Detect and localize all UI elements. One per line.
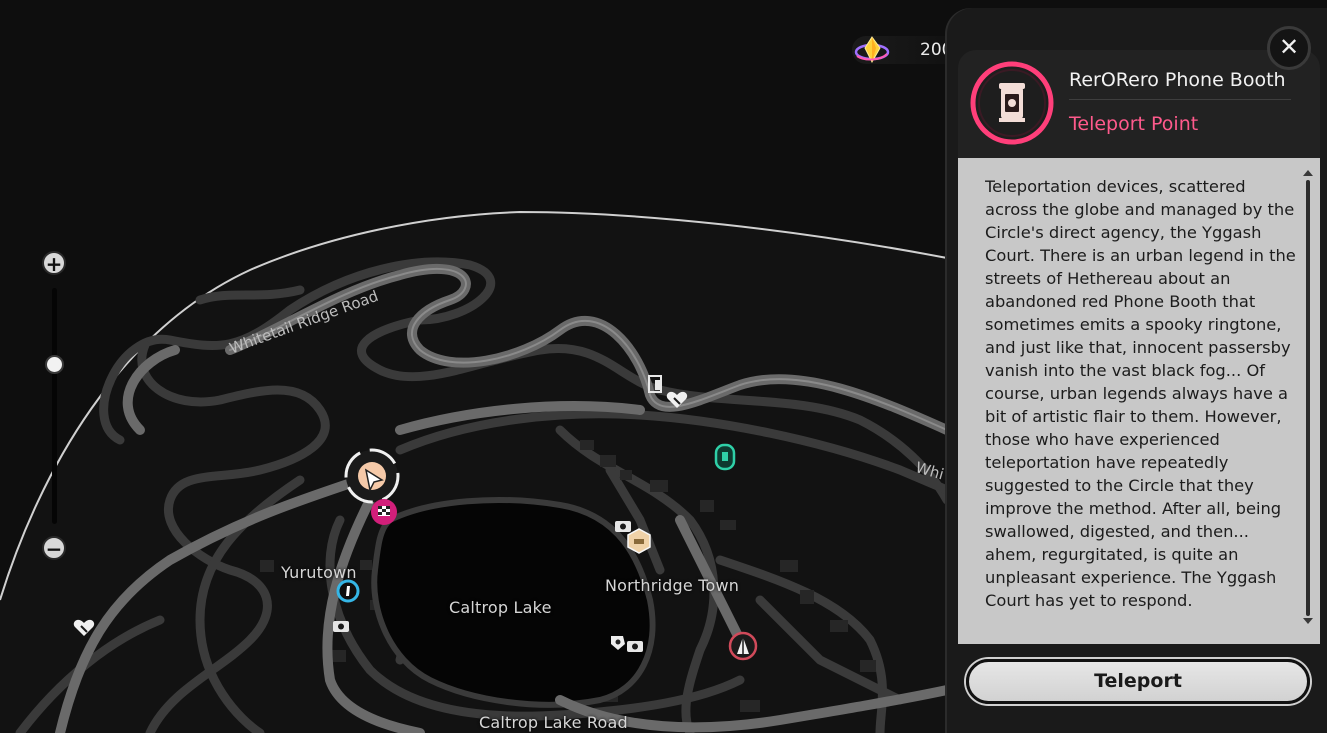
close-icon: ✕: [1278, 33, 1300, 61]
zoom-slider-thumb[interactable]: [45, 354, 64, 374]
teleport-button[interactable]: Teleport: [966, 659, 1310, 704]
camera-icon[interactable]: [615, 521, 631, 532]
race-flag-icon[interactable]: [371, 499, 397, 525]
camera-icon[interactable]: [627, 641, 643, 652]
place-label-caltrop-lake: Caltrop Lake: [449, 598, 552, 617]
currency-crystal-icon: [854, 36, 890, 64]
title-divider: [1069, 99, 1291, 100]
close-panel-button[interactable]: ✕: [1267, 26, 1311, 70]
description-box[interactable]: Teleportation devices, scattered across …: [958, 158, 1320, 644]
game-map-screen: Whitetail Ridge Road Whi Yurutown Caltro…: [0, 0, 1327, 733]
zoom-out-button[interactable]: −: [42, 536, 66, 560]
location-description: Teleportation devices, scattered across …: [985, 177, 1296, 610]
scroll-down-arrow-icon[interactable]: [1303, 618, 1313, 624]
shop-hexagon-icon[interactable]: [627, 528, 651, 554]
info-marker-icon[interactable]: [336, 579, 360, 603]
place-label-northridge-town: Northridge Town: [605, 576, 740, 595]
phone-booth-icon: [970, 61, 1054, 145]
zoom-in-button[interactable]: +: [42, 251, 66, 275]
location-title: RerORero Phone Booth: [1069, 69, 1286, 91]
road-label-caltrop-lake-road: Caltrop Lake Road: [479, 713, 628, 732]
teleport-booth-marker-icon[interactable]: [714, 443, 736, 471]
scroll-up-arrow-icon[interactable]: [1303, 170, 1313, 176]
currency-display: 200: [852, 36, 962, 64]
player-position-marker[interactable]: [344, 448, 400, 504]
camera-icon[interactable]: [333, 621, 349, 632]
zoom-slider-track[interactable]: [52, 288, 57, 524]
tower-landmark-icon[interactable]: [728, 631, 758, 661]
description-scrollbar[interactable]: [1306, 180, 1310, 616]
location-type: Teleport Point: [1069, 113, 1199, 135]
place-label-yurutown: Yurutown: [281, 563, 357, 582]
